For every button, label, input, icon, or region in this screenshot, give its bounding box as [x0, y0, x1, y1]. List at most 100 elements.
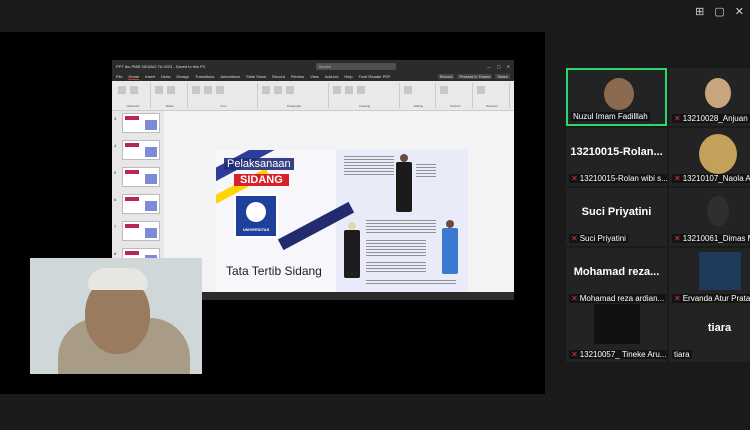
participant-name: Ervanda Atur Prata [682, 294, 750, 303]
window-controls: ⊞ ▢ ✕ [695, 6, 744, 18]
slide-canvas[interactable]: Pelaksanaan SIDANG UNIVERSITAS Tata Tert… [216, 150, 468, 293]
slide-thumbnail[interactable] [122, 167, 160, 187]
slide-thumbnail[interactable] [122, 194, 160, 214]
slide-text-block [366, 220, 436, 234]
presenter-cap [88, 268, 148, 290]
ribbon-group-drawing[interactable]: Drawing [331, 83, 400, 108]
slide-thumbnail[interactable] [122, 221, 160, 241]
participant-video [604, 78, 634, 110]
participant-video [699, 134, 737, 174]
menu-design[interactable]: Design [176, 74, 188, 79]
slide-text-block [366, 280, 456, 286]
participant-tile[interactable]: Nuzul Imam Fadilllah [566, 68, 667, 126]
participant-tile[interactable]: tiara tiara [669, 304, 750, 362]
ribbon-group-font[interactable]: Font [190, 83, 259, 108]
slide-text-block [344, 156, 394, 176]
figure-woman-head [348, 222, 356, 230]
participant-video [594, 304, 640, 344]
close-icon[interactable]: ✕ [735, 6, 744, 18]
ribbon-group-paragraph[interactable]: Paragraph [260, 83, 329, 108]
participant-tile[interactable]: ✕ 13210107_Naola A [669, 128, 750, 186]
menu-foxit[interactable]: Foxit Reader PDF [359, 74, 391, 79]
slide-thumbnail[interactable] [122, 113, 160, 133]
slide-subtitle: Tata Tertib Sidang [226, 264, 322, 278]
participant-gallery: Nuzul Imam Fadilllah ✕ 13210028_Anjuan 13… [566, 68, 750, 362]
participant-video [699, 252, 741, 290]
slide-thumbnail[interactable] [122, 140, 160, 160]
participant-tile[interactable]: Mohamad reza... ✕ Mohamad reza ardian... [566, 248, 667, 306]
slide-text-block [366, 262, 426, 272]
participant-name: tiara [674, 350, 690, 359]
ppt-window-buttons: — ▢ ✕ [487, 64, 510, 69]
participant-name: 13210015-Rolan wibi s... [579, 174, 667, 183]
menu-insert[interactable]: Insert [145, 74, 155, 79]
mic-muted-icon: ✕ [674, 174, 681, 183]
participant-display-name: tiara [707, 322, 732, 334]
mic-muted-icon: ✕ [571, 350, 578, 359]
mic-muted-icon: ✕ [571, 234, 578, 243]
participant-video [705, 78, 731, 108]
figure-woman-blue [442, 228, 458, 274]
maximize-icon[interactable]: ▢ [714, 6, 724, 18]
ribbon-group-editing[interactable]: Editing [402, 83, 437, 108]
mic-muted-icon: ✕ [674, 114, 681, 123]
ppt-menu-bar: File Home Insert Draw Design Transitions… [112, 72, 514, 81]
university-logo: UNIVERSITAS [234, 194, 278, 238]
figure-woman-head [446, 220, 454, 228]
menu-view[interactable]: View [310, 74, 319, 79]
mic-muted-icon: ✕ [674, 294, 681, 303]
figure-woman-hijab [344, 230, 360, 278]
participant-name: 13210061_Dimas M [682, 234, 750, 243]
ppt-search-box[interactable]: Search [315, 62, 396, 70]
participant-name: 13210057_ Tineke Aru... [579, 350, 667, 359]
slide-text-block [366, 240, 426, 256]
figure-man [396, 162, 412, 212]
ribbon-group-add-ins[interactable]: Add-ins [438, 83, 474, 108]
ppt-ribbon: Clipboard Slides Font Paragraph Drawing … [112, 81, 514, 111]
participant-display-name: 13210015-Rolan... [570, 146, 663, 158]
mic-muted-icon: ✕ [571, 294, 578, 303]
record-button[interactable]: Record [437, 74, 455, 79]
participant-tile[interactable]: ✕ 13210028_Anjuan [669, 68, 750, 126]
participant-name: 13210107_Naola A [682, 174, 750, 183]
share-button[interactable]: Share [495, 74, 510, 79]
participant-tile[interactable]: Suci Priyatini ✕ Suci Priyatini [566, 188, 667, 246]
restore-icon[interactable]: ▢ [497, 64, 501, 69]
participant-display-name: Mohamad reza... [573, 266, 660, 278]
menu-help[interactable]: Help [344, 74, 352, 79]
participant-name: Mohamad reza ardian... [579, 294, 665, 303]
grid-view-icon[interactable]: ⊞ [695, 6, 704, 18]
menu-slide-show[interactable]: Slide Show [246, 74, 266, 79]
figure-man-head [400, 154, 408, 162]
ribbon-group-clipboard[interactable]: Clipboard [116, 83, 151, 108]
menu-review[interactable]: Review [291, 74, 304, 79]
presenter-video [30, 258, 202, 374]
menu-transitions[interactable]: Transitions [195, 74, 214, 79]
ribbon-group-designer[interactable]: Designer [475, 83, 510, 108]
menu-home[interactable]: Home [128, 74, 140, 80]
menu-add-ins[interactable]: Add-ins [325, 74, 339, 79]
minimize-icon[interactable]: — [487, 64, 491, 69]
present-in-teams-button[interactable]: Present in Teams [457, 74, 493, 79]
participant-name: Suci Priyatini [579, 234, 626, 243]
menu-draw[interactable]: Draw [161, 74, 170, 79]
participant-name: 13210028_Anjuan [682, 114, 748, 123]
mic-muted-icon: ✕ [674, 234, 681, 243]
menu-record[interactable]: Record [272, 74, 285, 79]
menu-animations[interactable]: Animations [220, 74, 240, 79]
slide-title-line2: SIDANG [234, 174, 289, 186]
participant-tile[interactable]: 13210015-Rolan... ✕ 13210015-Rolan wibi s… [566, 128, 667, 186]
slide-title-line1: Pelaksanaan [224, 158, 294, 170]
ppt-title-bar: PPT Ibu PMB SIDANG TA 2023 - Saved to th… [112, 60, 514, 72]
participant-tile[interactable]: ✕ Ervanda Atur Prata [669, 248, 750, 306]
logo-emblem-icon [246, 202, 266, 222]
ribbon-group-slides[interactable]: Slides [153, 83, 188, 108]
participant-tile[interactable]: ✕ 13210057_ Tineke Aru... [566, 304, 667, 362]
ppt-file-title: PPT Ibu PMB SIDANG TA 2023 - Saved to th… [116, 63, 206, 69]
logo-label: UNIVERSITAS [242, 227, 270, 232]
mic-muted-icon: ✕ [571, 174, 578, 183]
menu-file[interactable]: File [116, 74, 122, 79]
participant-display-name: Suci Priyatini [581, 206, 652, 218]
participant-tile[interactable]: ✕ 13210061_Dimas M [669, 188, 750, 246]
close-icon[interactable]: ✕ [507, 64, 510, 69]
